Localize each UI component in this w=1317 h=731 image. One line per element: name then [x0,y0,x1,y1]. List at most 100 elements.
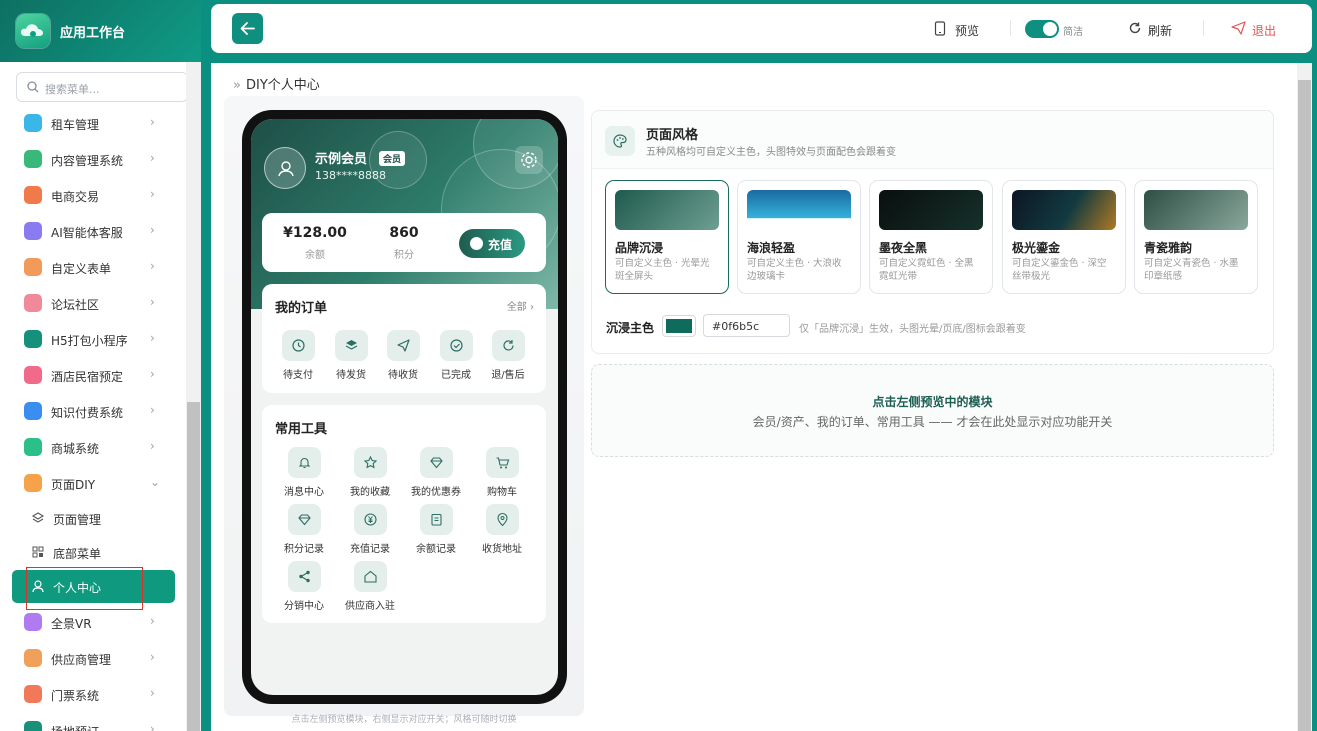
tool-coupons[interactable]: 我的优惠券 [410,447,462,498]
order-label: 待发货 [336,370,366,381]
breadcrumb-label: DIY个人中心 [245,78,320,93]
main-scrollbar-thumb[interactable] [1298,80,1311,731]
preview-button[interactable]: 预览 [955,22,979,39]
menu-item-ticket[interactable]: 门票系统 › [0,676,186,712]
venue-icon [24,721,42,731]
layers-icon [334,330,368,361]
menu-label: 内容管理系统 [51,154,124,168]
refresh-button[interactable]: 刷新 [1148,22,1172,39]
menu-item-ai-service[interactable]: AI智能体客服 › [0,213,186,249]
simple-mode-toggle[interactable] [1025,20,1059,38]
orders-card[interactable]: 我的订单 全部 › 待支付 待发货 待收货 已完成 退/售后 [262,284,546,393]
asset-card[interactable]: ¥128.00 余额 860 积分 充值 [262,213,546,272]
tool-balance-record[interactable]: 余额记录 [410,504,462,555]
menu-item-knowledge-pay[interactable]: 知识付费系统 › [0,393,186,429]
user-name: 示例会员 [315,152,368,167]
chevron-right-icon: › [150,295,155,309]
tool-address[interactable]: 收货地址 [476,504,528,555]
orders-more-link[interactable]: 全部 › [507,298,534,313]
orders-title: 我的订单 [275,301,328,316]
menu-label: 租车管理 [51,118,100,132]
order-pending-ship[interactable]: 待发货 [325,330,377,381]
tool-cart[interactable]: 购物车 [476,447,528,498]
tool-distribution[interactable]: 分销中心 [278,561,330,612]
tool-messages[interactable]: 消息中心 [278,447,330,498]
tool-points-record[interactable]: 积分记录 [278,504,330,555]
menu-label: 知识付费系统 [51,406,124,420]
theme-swatch [747,190,851,230]
order-label: 待收货 [388,370,418,381]
user-phone: 138****8888 [315,169,386,182]
module-tip-title: 点击左侧预览中的模块 [872,395,993,409]
theme-card-brand-immersive[interactable]: 品牌沉浸 可自定义主色 · 光晕光斑全屏头 [605,180,729,294]
recharge-button[interactable]: 充值 [459,229,525,258]
tool-supplier-join[interactable]: 供应商入驻 [344,561,396,612]
menu-label: 门票系统 [51,689,100,703]
search-input[interactable]: 搜索菜单... [16,72,188,102]
menu-item-ecommerce[interactable]: 电商交易 › [0,177,186,213]
back-button[interactable] [232,13,263,44]
menu-item-vr[interactable]: 全景VR › [0,604,186,640]
points-value: 860 [389,225,419,241]
coin-icon [470,237,483,250]
theme-card-aurora-gold[interactable]: 极光鎏金 可自定义鎏金色 · 深空丝带极光 [1002,180,1126,294]
order-completed[interactable]: 已完成 [430,330,482,381]
send-icon[interactable] [1231,21,1246,35]
clipboard-icon [419,504,453,535]
menu-item-h5-package[interactable]: H5打包小程序 › [0,321,186,357]
refresh-icon[interactable] [1128,21,1142,35]
menu-item-mall[interactable]: 商城系统 › [0,429,186,465]
tool-favorites[interactable]: 我的收藏 [344,447,396,498]
menu-label: 场地预订 [51,723,99,731]
order-refund[interactable]: 退/售后 [482,330,534,381]
search-icon [27,81,39,93]
simple-mode-label: 简洁 [1063,27,1083,38]
menu-item-cms[interactable]: 内容管理系统 › [0,141,186,177]
menu-item-page-diy[interactable]: 页面DIY ⌄ [0,465,186,501]
order-pending-pay[interactable]: 待支付 [272,330,324,381]
sidebar-scrollbar-thumb[interactable] [187,402,200,731]
member-badge: 会员 [379,151,406,166]
main-color-input[interactable]: #0f6b5c [703,314,790,337]
phone-hint: 点击左侧预览模块，右侧显示对应开关；风格可随时切换 [291,715,517,725]
menu-item-venue[interactable]: 场地预订 › [0,712,186,731]
chevron-right-icon: › [150,151,155,165]
submenu-page-manage[interactable]: 页面管理 [0,501,186,535]
logout-button[interactable]: 退出 [1252,22,1276,39]
tool-recharge-record[interactable]: 充值记录 [344,504,396,555]
theme-desc: 可自定义鎏金色 · 深空丝带极光 [1012,258,1107,282]
home-icon [24,366,42,384]
menu-label: AI智能体客服 [51,226,123,240]
theme-card-wave-light[interactable]: 海浪轻盈 可自定义主色 · 大浪收边玻璃卡 [737,180,861,294]
tool-label: 收货地址 [482,544,522,555]
image-icon [24,613,42,631]
menu-item-car-rental[interactable]: 租车管理 › [0,105,186,141]
menu-item-forum[interactable]: 论坛社区 › [0,285,186,321]
theme-card-ink-night[interactable]: 墨夜全黑 可自定义霓虹色 · 全黑霓虹光带 [869,180,993,294]
diamond-icon [419,447,453,478]
send-icon [386,330,420,361]
main-color-picker[interactable] [662,315,696,337]
tool-label: 我的收藏 [350,487,390,498]
menu-item-custom-form[interactable]: 自定义表单 › [0,249,186,285]
tools-card[interactable]: 常用工具 消息中心 我的收藏 我的优惠券 购物车 积分记录 充值记录 余额记录 … [262,405,546,623]
submenu-label: 底部菜单 [53,547,102,561]
breadcrumb: » DIY个人中心 [233,74,320,93]
gear-icon[interactable] [515,146,543,174]
divider [1010,20,1011,36]
globe-icon [24,330,42,348]
menu-item-supplier[interactable]: 供应商管理 › [0,640,186,676]
submenu-bottom-menu[interactable]: 底部菜单 [0,535,186,569]
bell-icon [287,447,321,478]
tool-label: 余额记录 [416,544,456,555]
menu-item-hotel[interactable]: 酒店民宿预定 › [0,357,186,393]
theme-desc: 可自定义青瓷色 · 水墨印章纸感 [1144,258,1239,282]
chevron-right-icon: › [150,367,155,381]
tools-title: 常用工具 [275,422,328,437]
phone-icon[interactable] [934,21,946,36]
avatar[interactable] [264,147,306,189]
arrow-left-icon [240,22,255,35]
theme-card-celadon[interactable]: 青瓷雅韵 可自定义青瓷色 · 水墨印章纸感 [1134,180,1258,294]
order-pending-receive[interactable]: 待收货 [377,330,429,381]
layers-icon [24,150,42,168]
